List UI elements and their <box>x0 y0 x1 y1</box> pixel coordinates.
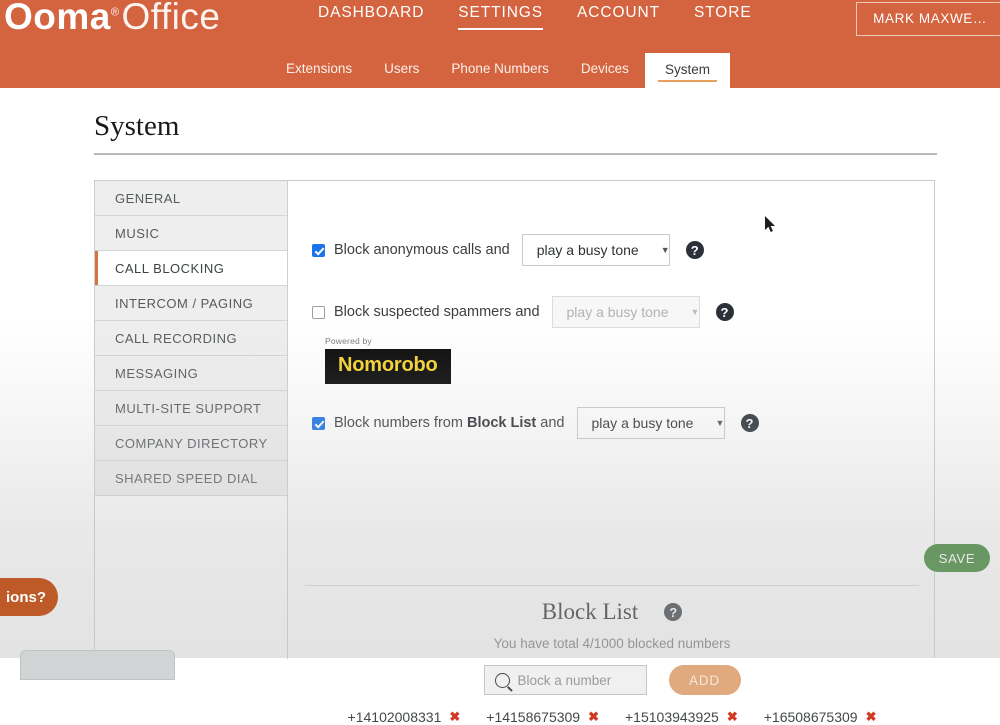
page-title: System <box>94 110 179 143</box>
chevron-down-icon: ▼ <box>668 308 699 317</box>
block-number-input[interactable]: Block a number <box>484 665 647 695</box>
settings-panel: GENERAL MUSIC CALL BLOCKING INTERCOM / P… <box>94 180 935 658</box>
blocked-number-item: +16508675309 ✖ <box>764 709 877 725</box>
sidebar-item-call-blocking[interactable]: CALL BLOCKING <box>95 251 287 286</box>
blocked-number-value: +14102008331 <box>348 709 442 725</box>
search-icon <box>495 673 510 688</box>
sidebar-item-messaging[interactable]: MESSAGING <box>95 356 287 391</box>
page-title-divider <box>94 153 937 155</box>
blocked-number-value: +14158675309 <box>486 709 580 725</box>
subnav-item-system-label: System <box>665 62 710 77</box>
blocked-number-value: +15103943925 <box>625 709 719 725</box>
brand-logo: Ooma®Office <box>4 0 220 38</box>
help-icon-block-list-rule[interactable]: ? <box>741 414 759 432</box>
help-icon-spammers[interactable]: ? <box>716 303 734 321</box>
settings-subnav: Extensions Users Phone Numbers Devices S… <box>0 55 1000 88</box>
sidebar-item-call-recording[interactable]: CALL RECORDING <box>95 321 287 356</box>
remove-number-icon[interactable]: ✖ <box>588 709 599 725</box>
app-header: Ooma®Office DASHBOARD SETTINGS ACCOUNT S… <box>0 0 1000 88</box>
sidebar-item-intercom-paging[interactable]: INTERCOM / PAGING <box>95 286 287 321</box>
settings-sidebar: GENERAL MUSIC CALL BLOCKING INTERCOM / P… <box>95 181 288 659</box>
nomorobo-powered-by-label: Powered by <box>325 336 451 346</box>
nav-item-dashboard[interactable]: DASHBOARD <box>318 4 424 28</box>
block-anonymous-label: Block anonymous calls and <box>334 242 510 258</box>
nomorobo-attribution: Powered by Nomorobo <box>325 336 451 384</box>
block-spammers-label: Block suspected spammers and <box>334 304 540 320</box>
block-from-list-action-value: play a busy tone <box>592 415 694 431</box>
chat-widget-panel[interactable] <box>20 650 175 680</box>
brand-logo-primary: Ooma <box>4 0 111 37</box>
sidebar-item-general[interactable]: GENERAL <box>95 181 287 216</box>
subnav-item-users[interactable]: Users <box>368 54 435 88</box>
sidebar-item-shared-speed-dial[interactable]: SHARED SPEED DIAL <box>95 461 287 496</box>
nomorobo-logo: Nomorobo <box>325 349 451 384</box>
blocked-number-item: +15103943925 ✖ <box>625 709 738 725</box>
block-anonymous-action-value: play a busy tone <box>537 242 639 258</box>
block-from-list-checkbox[interactable] <box>312 417 325 430</box>
primary-nav: DASHBOARD SETTINGS ACCOUNT STORE <box>318 4 752 30</box>
subnav-item-system[interactable]: System <box>645 53 730 88</box>
nav-item-account[interactable]: ACCOUNT <box>577 4 660 28</box>
sidebar-item-multi-site-support[interactable]: MULTI-SITE SUPPORT <box>95 391 287 426</box>
block-spammers-action-select[interactable]: play a busy tone ▼ <box>552 296 700 328</box>
block-from-list-label: Block numbers from Block List and <box>334 415 565 431</box>
block-from-list-label-post: and <box>536 415 564 431</box>
block-spammers-row: Block suspected spammers and play a busy… <box>312 296 734 328</box>
blocked-number-item: +14158675309 ✖ <box>486 709 599 725</box>
call-blocking-settings: Block anonymous calls and play a busy to… <box>289 181 934 658</box>
section-divider <box>305 585 919 586</box>
block-anonymous-action-select[interactable]: play a busy tone ▼ <box>522 234 670 266</box>
sidebar-item-company-directory[interactable]: COMPANY DIRECTORY <box>95 426 287 461</box>
add-number-button[interactable]: ADD <box>669 665 741 695</box>
save-button[interactable]: SAVE <box>924 544 990 572</box>
user-account-button[interactable]: MARK MAXWE… <box>856 2 1000 36</box>
subnav-item-extensions[interactable]: Extensions <box>270 54 368 88</box>
brand-logo-registered: ® <box>111 7 120 19</box>
sidebar-item-music[interactable]: MUSIC <box>95 216 287 251</box>
active-tab-underline <box>658 80 717 82</box>
block-spammers-action-value: play a busy tone <box>567 304 669 320</box>
remove-number-icon[interactable]: ✖ <box>449 709 460 725</box>
subnav-item-phone-numbers[interactable]: Phone Numbers <box>435 54 565 88</box>
block-list-header: Block List ? <box>289 599 935 625</box>
block-from-list-label-pre: Block numbers from <box>334 415 467 431</box>
subnav-item-devices[interactable]: Devices <box>565 54 645 88</box>
block-number-input-placeholder: Block a number <box>518 673 612 688</box>
block-from-list-row: Block numbers from Block List and play a… <box>312 407 759 439</box>
blocked-number-item: +14102008331 ✖ <box>348 709 461 725</box>
chat-widget-bubble[interactable]: ions? <box>0 578 58 616</box>
remove-number-icon[interactable]: ✖ <box>866 709 877 725</box>
block-list-title: Block List <box>542 599 638 625</box>
nav-item-settings[interactable]: SETTINGS <box>458 4 543 30</box>
block-from-list-action-select[interactable]: play a busy tone ▼ <box>577 407 725 439</box>
help-icon-anonymous[interactable]: ? <box>686 241 704 259</box>
nav-item-store[interactable]: STORE <box>694 4 752 28</box>
brand-logo-secondary: Office <box>121 0 220 37</box>
block-anonymous-row: Block anonymous calls and play a busy to… <box>312 234 704 266</box>
block-list-controls: Block a number ADD <box>289 665 935 695</box>
chevron-down-icon: ▼ <box>693 419 724 428</box>
page-body: System GENERAL MUSIC CALL BLOCKING INTER… <box>0 88 1000 658</box>
block-spammers-checkbox[interactable] <box>312 306 325 319</box>
block-anonymous-checkbox[interactable] <box>312 244 325 257</box>
blocked-numbers-list: +14102008331 ✖ +14158675309 ✖ +151039439… <box>289 709 935 725</box>
remove-number-icon[interactable]: ✖ <box>727 709 738 725</box>
block-from-list-label-strong: Block List <box>467 415 536 431</box>
block-list-count-text: You have total 4/1000 blocked numbers <box>289 636 935 651</box>
help-icon-block-list[interactable]: ? <box>664 603 682 621</box>
blocked-number-value: +16508675309 <box>764 709 858 725</box>
chevron-down-icon: ▼ <box>639 246 670 255</box>
